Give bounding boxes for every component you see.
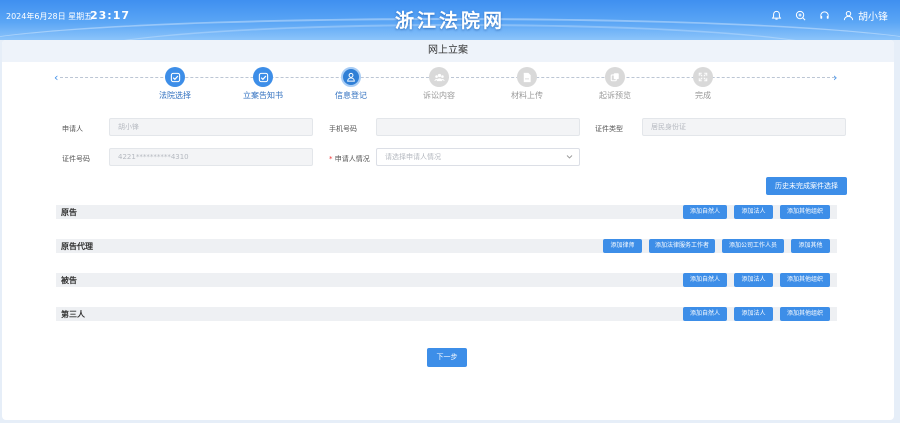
add-legal-person-button[interactable]: 添加法人 [734,307,773,321]
step-court-select[interactable]: 法院选择 [145,67,205,101]
add-natural-person-button[interactable]: 添加自然人 [683,205,727,219]
header-toolbar: 胡小锋 [769,8,888,23]
steps-prev-icon[interactable]: ‹ [54,71,58,84]
user-name: 胡小锋 [858,12,888,23]
headset-icon[interactable] [817,9,831,23]
add-legal-person-button[interactable]: 添加法人 [734,205,773,219]
add-other-button[interactable]: 添加其他 [791,239,830,253]
bell-icon[interactable] [769,9,783,23]
step-preview[interactable]: 起诉预览 [585,67,645,101]
phone-field[interactable] [376,118,580,136]
pdf-icon [517,67,537,87]
top-header: 2024年6月28日 星期五 23:17 浙江法院网 胡小锋 [0,0,900,40]
steps-next-icon[interactable]: › [833,71,837,84]
required-mark: * [329,155,333,163]
section-plaintiff: 原告 添加自然人 添加法人 添加其他组织 [56,205,837,219]
step-label: 法院选择 [159,91,191,100]
zoom-icon[interactable] [793,9,807,23]
section-plaintiff-agent: 原告代理 添加律师 添加法律服务工作者 添加公司工作人员 添加其他 [56,239,837,253]
id-number-field[interactable]: 4221**********4310 [109,148,313,166]
check-icon [253,67,273,87]
step-upload[interactable]: 材料上传 [497,67,557,101]
applicant-label: 申请人 [62,125,83,133]
situation-label-text: 申请人情况 [334,155,370,163]
id-number-label: 证件号码 [62,155,90,163]
id-type-label: 证件类型 [595,125,623,133]
page-title: 网上立案 [2,40,894,62]
user-icon [841,9,855,23]
add-lawyer-button[interactable]: 添加律师 [603,239,642,253]
situation-select[interactable]: 请选择申请人情况 [376,148,580,166]
section-third-party: 第三人 添加自然人 添加法人 添加其他组织 [56,307,837,321]
history-cases-button[interactable]: 历史未完成案件选择 [766,177,847,195]
person-icon [341,67,361,87]
id-type-field[interactable]: 居民身份证 [642,118,846,136]
add-other-org-button[interactable]: 添加其他组织 [780,273,830,287]
applicant-field[interactable]: 胡小锋 [109,118,313,136]
chevron-down-icon [566,149,573,171]
user-menu[interactable]: 胡小锋 [841,8,888,23]
step-label: 信息登记 [335,91,367,100]
section-title: 被告 [61,276,77,285]
add-natural-person-button[interactable]: 添加自然人 [683,307,727,321]
add-other-org-button[interactable]: 添加其他组织 [780,205,830,219]
step-label: 诉讼内容 [423,91,455,100]
add-company-staff-button[interactable]: 添加公司工作人员 [722,239,784,253]
site-title: 浙江法院网 [394,10,505,32]
situation-label: * 申请人情况 [329,154,370,164]
add-other-org-button[interactable]: 添加其他组织 [780,307,830,321]
next-step-button[interactable]: 下一步 [427,348,467,367]
add-legal-person-button[interactable]: 添加法人 [734,273,773,287]
add-natural-person-button[interactable]: 添加自然人 [683,273,727,287]
add-legal-worker-button[interactable]: 添加法律服务工作者 [649,239,715,253]
section-defendant: 被告 添加自然人 添加法人 添加其他组织 [56,273,837,287]
group-icon [429,67,449,87]
step-notice[interactable]: 立案告知书 [233,67,293,101]
step-info-register[interactable]: 信息登记 [321,67,381,101]
phone-label: 手机号码 [329,125,357,133]
copy-icon [605,67,625,87]
section-title: 原告 [61,208,77,217]
step-label: 完成 [695,91,711,100]
step-claims[interactable]: 诉讼内容 [409,67,469,101]
step-finish[interactable]: 完成 [673,67,733,101]
step-label: 立案告知书 [243,91,283,100]
expand-icon [693,67,713,87]
check-icon [165,67,185,87]
situation-placeholder: 请选择申请人情况 [385,153,441,161]
step-label: 起诉预览 [599,91,631,100]
section-title: 原告代理 [61,242,93,251]
section-title: 第三人 [61,310,85,319]
step-label: 材料上传 [511,91,543,100]
